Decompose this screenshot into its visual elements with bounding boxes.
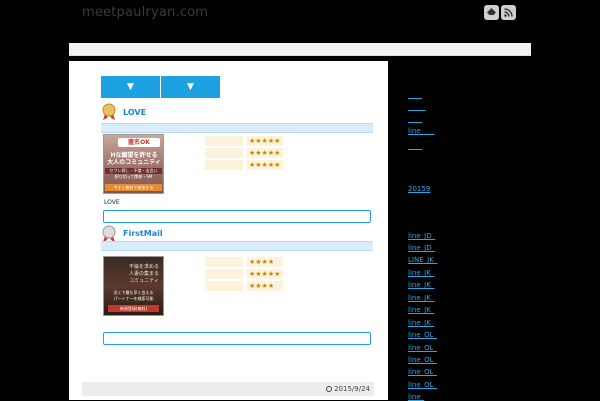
star-rating: ★★★★★ [247,269,283,279]
sidebar-link[interactable]: line_JK_ [408,281,434,289]
sidebar-link[interactable]: ____ [408,91,422,99]
banner-badge: 匿名OK [118,138,160,147]
spec-row: ★★★★★ [205,269,283,279]
tab-bar: ▼ ▼ [101,76,221,98]
star-rating: ★★★★★ [247,148,283,158]
spec-row: ★★★★★ [205,160,283,170]
star-rating: ★★★★★ [247,136,283,146]
clock-icon [326,386,333,392]
rss-icon[interactable] [501,5,516,20]
rank-2-title[interactable]: FirstMail [123,229,163,238]
banner-line: パートナーを検索可能 [113,296,154,301]
spec-key [205,136,243,146]
rank-1-bar [101,123,373,133]
sidebar-link[interactable]: line_JK_ [408,319,434,327]
rank-2-bar [101,241,373,251]
banner-cta: 新規登録(無料) [108,305,159,312]
post-date-bar: 2015/9/24 [82,382,374,396]
rank-1-link-button[interactable] [103,210,371,223]
spec-row: ★★★★ [205,257,283,267]
spec-key [205,257,243,267]
main-content: ▼ ▼ LOVE 匿名OK Hな願望を許せる 大人のコミュニティ セフレ探し・不… [69,61,388,400]
nav-bar [69,43,531,56]
star-rating: ★★★★ [247,257,283,267]
sidebar-link[interactable]: line_JK_ [408,294,434,302]
sidebar-link[interactable]: _____ [408,103,426,111]
star-rating: ★★★★ [247,281,283,291]
rank-1-description: LOVE [104,199,120,206]
rank-1-title[interactable]: LOVE [123,108,146,117]
sidebar-link[interactable]: LINE_JK_ [408,256,437,264]
tab-2[interactable]: ▼ [161,76,221,98]
sidebar-link[interactable]: ____ [408,115,422,123]
site-title[interactable]: meetpaulryan.com [82,5,208,20]
banner-line: 不倫を求める [128,264,159,270]
sidebar-archive-link[interactable]: 20159 [408,185,430,193]
sidebar-link[interactable]: line_OL_ [408,368,437,376]
sidebar-link[interactable]: line_JD_ [408,232,435,240]
spec-key [205,160,243,170]
spec-key [205,269,243,279]
star-rating: ★★★★★ [247,160,283,170]
banner-line: 大人のコミュニティ [107,159,161,166]
sidebar-link[interactable]: line_OL_ [408,381,437,389]
banner-line: 人妻の集まる [128,271,159,277]
firstmail-banner-image[interactable]: 不倫を求める 人妻の集まる コミュニティ 近くで最も早く会える パートナーを検索… [103,256,164,316]
spec-row: ★★★★ [205,281,283,291]
rank-2-link-button[interactable] [103,332,371,345]
spec-row: ★★★★★ [205,148,283,158]
spec-row: ★★★★★ [205,136,283,146]
spec-key [205,148,243,158]
sidebar-link[interactable]: line____ [408,127,435,135]
tab-1[interactable]: ▼ [101,76,161,98]
banner-line: コミュニティ [129,278,159,284]
sidebar-link[interactable]: line_JK_ [408,306,434,314]
sidebar-link[interactable]: ____ [408,142,422,150]
sidebar-link[interactable]: line_OL_ [408,344,437,352]
banner-line: 割り切って関係・SM [114,174,153,179]
sidebar-link[interactable]: line_OL_ [408,356,437,364]
feedly-icon[interactable] [484,5,499,20]
sidebar-link[interactable]: line_JK_ [408,269,434,277]
banner-cta: 今すぐ無料で参加する [105,184,162,191]
spec-key [205,281,243,291]
gold-medal-icon [101,103,117,121]
post-date: 2015/9/24 [334,385,370,393]
love-banner-image[interactable]: 匿名OK Hな願望を許せる 大人のコミュニティ セフレ探し・不倫・出会い 割り切… [103,134,164,194]
sidebar-link[interactable]: line_OL_ [408,331,437,339]
sidebar-link[interactable]: line_JD_ [408,244,435,252]
